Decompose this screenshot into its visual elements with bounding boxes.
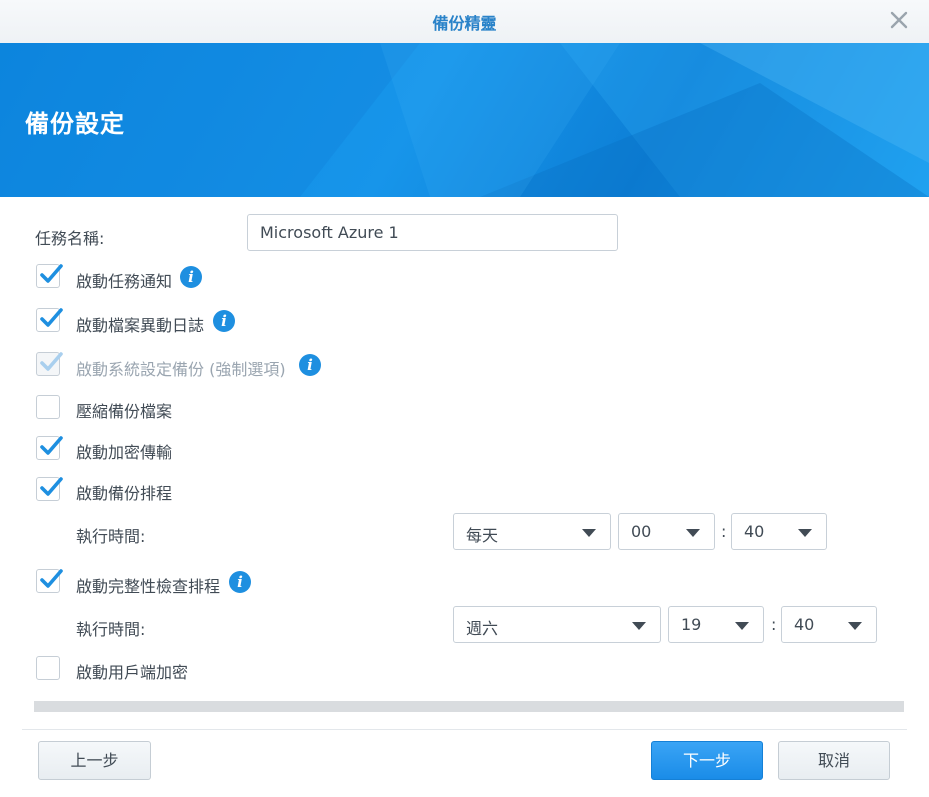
compress-backup-checkbox[interactable] <box>36 395 60 419</box>
close-icon[interactable] <box>889 10 909 30</box>
integrity-minute-select[interactable]: 40 <box>781 606 877 643</box>
enable-config-backup-checkbox <box>36 352 63 376</box>
enable-notification-label: 啟動任務通知 <box>76 272 173 291</box>
task-name-input[interactable]: Microsoft Azure 1 <box>247 214 618 251</box>
chevron-down-icon <box>848 622 862 630</box>
backup-hour-value: 00 <box>631 522 652 541</box>
integrity-hour-value: 19 <box>681 615 702 634</box>
info-icon[interactable]: i <box>180 266 202 288</box>
chevron-down-icon <box>798 529 812 537</box>
backup-frequency-value: 每天 <box>466 526 499 545</box>
info-icon[interactable]: i <box>299 354 321 376</box>
compress-backup-label: 壓縮備份檔案 <box>76 402 173 421</box>
horizontal-scrollbar[interactable] <box>34 701 904 712</box>
next-button[interactable]: 下一步 <box>651 741 763 780</box>
enable-backup-schedule-label: 啟動備份排程 <box>76 484 173 503</box>
enable-client-encryption-checkbox[interactable] <box>36 656 60 680</box>
integrity-hour-select[interactable]: 19 <box>668 606 764 643</box>
integrity-frequency-select[interactable]: 週六 <box>453 606 661 643</box>
enable-file-log-label: 啟動檔案異動日誌 <box>76 316 205 335</box>
time-separator: : <box>721 522 727 541</box>
task-name-label: 任務名稱: <box>35 229 105 248</box>
backup-minute-value: 40 <box>744 522 765 541</box>
backup-minute-select[interactable]: 40 <box>731 513 827 550</box>
window-title: 備份精靈 <box>432 14 497 33</box>
enable-notification-checkbox[interactable] <box>36 264 63 288</box>
enable-backup-schedule-checkbox[interactable] <box>36 477 63 501</box>
time-separator: : <box>771 615 777 634</box>
integrity-minute-value: 40 <box>794 615 815 634</box>
window-titlebar: 備份精靈 <box>0 0 929 44</box>
previous-button[interactable]: 上一步 <box>38 741 151 780</box>
info-icon[interactable]: i <box>213 310 235 332</box>
chevron-down-icon <box>735 622 749 630</box>
enable-config-backup-label: 啟動系統設定備份 (強制選項) <box>76 360 286 379</box>
enable-encrypted-transfer-label: 啟動加密傳輸 <box>76 443 173 462</box>
chevron-down-icon <box>686 529 700 537</box>
backup-frequency-select[interactable]: 每天 <box>453 513 611 550</box>
enable-encrypted-transfer-checkbox[interactable] <box>36 436 63 460</box>
footer-divider <box>22 729 907 730</box>
integrity-run-time-label: 執行時間: <box>76 620 146 639</box>
page-title: 備份設定 <box>25 110 125 138</box>
cancel-button[interactable]: 取消 <box>778 741 890 780</box>
header-banner: 備份設定 <box>0 43 929 197</box>
enable-client-encryption-label: 啟動用戶端加密 <box>76 663 189 682</box>
chevron-down-icon <box>582 529 596 537</box>
info-icon[interactable]: i <box>229 571 251 593</box>
chevron-down-icon <box>632 622 646 630</box>
integrity-frequency-value: 週六 <box>466 619 499 638</box>
enable-integrity-check-checkbox[interactable] <box>36 569 63 593</box>
enable-integrity-check-label: 啟動完整性檢查排程 <box>76 577 221 596</box>
enable-file-log-checkbox[interactable] <box>36 308 63 332</box>
backup-hour-select[interactable]: 00 <box>618 513 715 550</box>
backup-run-time-label: 執行時間: <box>76 527 146 546</box>
